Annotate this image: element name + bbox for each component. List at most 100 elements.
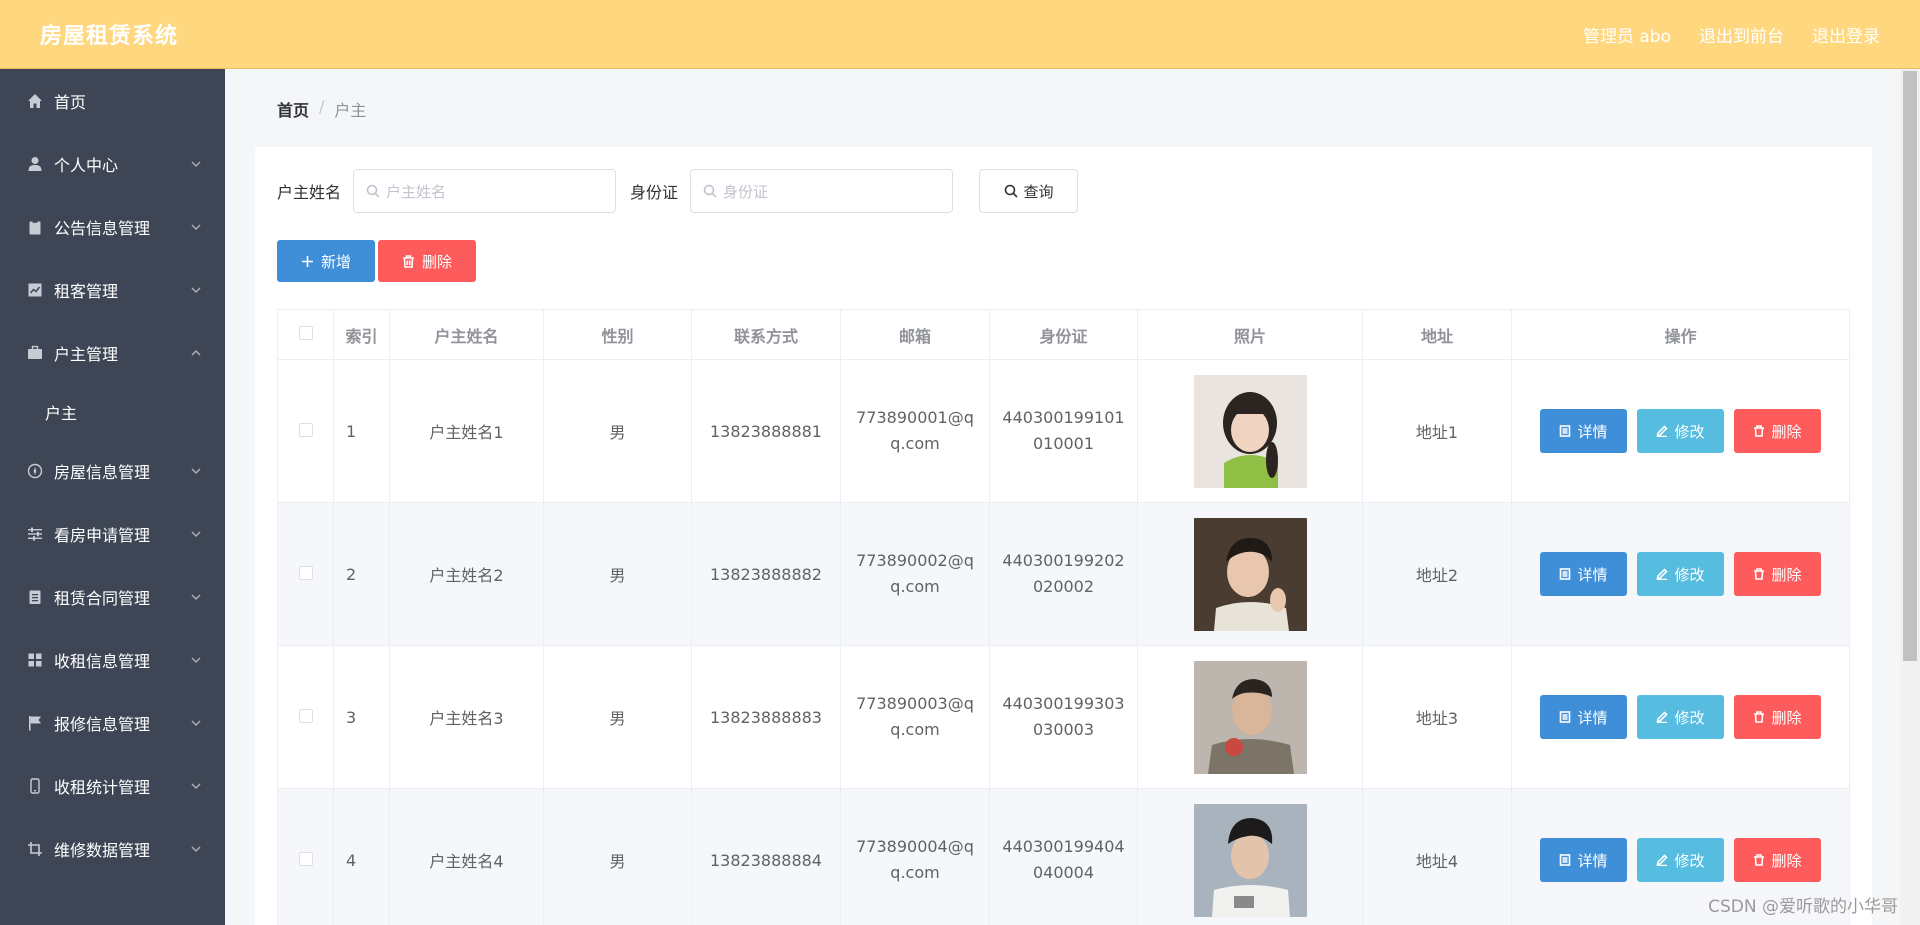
query-button[interactable]: 查询 — [979, 169, 1079, 213]
edit-button-label: 修改 — [1674, 565, 1705, 584]
add-button[interactable]: 新增 — [277, 240, 375, 282]
row-select-cell — [277, 359, 334, 503]
logout-link[interactable]: 退出登录 — [1812, 22, 1880, 47]
detail-button[interactable]: 详情 — [1540, 838, 1627, 882]
table-row: 3 户主姓名3 男 13823888883 773890003@qq.com 4… — [277, 645, 1850, 789]
row-checkbox[interactable] — [298, 708, 313, 723]
chevron-down-icon — [189, 219, 203, 233]
sidebar-item-home[interactable]: 首页 — [0, 69, 225, 132]
email-text: 773890003@qq.com — [856, 694, 974, 739]
watermark: CSDN @爱听歌的小华哥 — [1708, 897, 1898, 917]
index-cell: 1 — [333, 359, 390, 503]
batch-delete-button[interactable]: 删除 — [378, 240, 476, 282]
index-cell: 2 — [333, 502, 390, 646]
chevron-down-icon — [189, 463, 203, 477]
edit-icon — [1656, 854, 1669, 866]
sidebar-item-tenants[interactable]: 租客管理 — [0, 258, 225, 321]
photo-cell — [1137, 359, 1363, 503]
breadcrumb-home[interactable]: 首页 — [277, 97, 309, 121]
email-text: 773890001@qq.com — [856, 408, 974, 453]
owner-name-input[interactable]: 户主姓名 — [353, 169, 617, 213]
detail-button[interactable]: 详情 — [1540, 552, 1627, 596]
breadcrumb-current: 户主 — [334, 101, 367, 120]
vertical-scrollbar[interactable] — [1900, 69, 1920, 925]
exit-to-frontend-link[interactable]: 退出到前台 — [1699, 22, 1784, 47]
row-checkbox[interactable] — [298, 422, 313, 437]
edit-icon — [1656, 568, 1669, 580]
document-icon — [1560, 425, 1571, 437]
sidebar-item-label: 房屋信息管理 — [54, 462, 151, 482]
photo-cell — [1137, 788, 1363, 925]
select-all-checkbox[interactable] — [298, 326, 313, 340]
column-header: 索引 — [333, 309, 390, 360]
id-card-text: 440300199303030003 — [1002, 694, 1125, 739]
id-card-label: 身份证 — [630, 183, 679, 202]
row-checkbox[interactable] — [298, 565, 313, 580]
chevron-down-icon — [189, 841, 203, 855]
edit-button[interactable]: 修改 — [1637, 552, 1724, 596]
edit-button-label: 修改 — [1674, 708, 1705, 727]
operations-cell: 详情 修改 删除 — [1511, 359, 1850, 503]
sidebar-item-announcements[interactable]: 公告信息管理 — [0, 195, 225, 258]
chevron-down-icon — [189, 715, 203, 729]
owner-name-cell: 户主姓名1 — [389, 359, 544, 503]
sidebar-item-owner-management[interactable]: 户主管理 — [0, 321, 225, 384]
document-icon — [1560, 711, 1571, 723]
submenu-item-owner[interactable]: 户主 — [0, 384, 225, 439]
sidebar-item-rent-collection[interactable]: 收租信息管理 — [0, 628, 225, 691]
chevron-down-icon — [189, 156, 203, 170]
id-card-text: 440300199202020002 — [1002, 551, 1125, 596]
trash-icon — [1754, 854, 1765, 866]
delete-button-label: 删除 — [1771, 708, 1802, 727]
sidebar-item-rent-statistics[interactable]: 收租统计管理 — [0, 754, 225, 817]
owner-name-cell: 户主姓名3 — [389, 645, 544, 789]
flag-icon — [26, 714, 44, 732]
edit-button[interactable]: 修改 — [1637, 409, 1724, 453]
sidebar-item-repairs[interactable]: 报修信息管理 — [0, 691, 225, 754]
email-cell: 773890002@qq.com — [840, 502, 990, 646]
row-checkbox[interactable] — [298, 851, 313, 866]
id-card-input[interactable]: 身份证 — [690, 169, 954, 213]
delete-button[interactable]: 删除 — [1734, 409, 1821, 453]
index-cell: 3 — [333, 645, 390, 789]
delete-button[interactable]: 删除 — [1734, 838, 1821, 882]
sidebar-item-maintenance-data[interactable]: 维修数据管理 — [0, 817, 225, 880]
owner-name-cell: 户主姓名2 — [389, 502, 544, 646]
delete-button[interactable]: 删除 — [1734, 552, 1821, 596]
breadcrumb-separator: / — [319, 97, 325, 116]
phone-cell: 13823888881 — [691, 359, 841, 503]
crop-icon — [26, 840, 44, 858]
sidebar-item-label: 维修数据管理 — [54, 840, 151, 860]
sidebar-item-label: 收租信息管理 — [54, 651, 151, 671]
gender-cell: 男 — [543, 359, 692, 503]
sidebar-item-viewing-requests[interactable]: 看房申请管理 — [0, 502, 225, 565]
edit-button-label: 修改 — [1674, 851, 1705, 870]
sidebar-item-label: 租赁合同管理 — [54, 588, 151, 608]
id-card-cell: 440300199101010001 — [989, 359, 1138, 503]
top-nav: 管理员 abo 退出到前台 退出登录 — [1583, 22, 1880, 47]
user-icon — [26, 155, 44, 173]
scrollbar-thumb[interactable] — [1903, 71, 1917, 661]
id-card-placeholder: 身份证 — [723, 182, 769, 201]
add-button-label: 新增 — [320, 252, 351, 271]
admin-user-link[interactable]: 管理员 abo — [1583, 22, 1671, 47]
detail-button-label: 详情 — [1577, 565, 1608, 584]
edit-button[interactable]: 修改 — [1637, 695, 1724, 739]
owner-photo — [1193, 374, 1307, 488]
sidebar-item-contracts[interactable]: 租赁合同管理 — [0, 565, 225, 628]
sidebar-item-personal-center[interactable]: 个人中心 — [0, 132, 225, 195]
email-cell: 773890003@qq.com — [840, 645, 990, 789]
address-cell: 地址1 — [1362, 359, 1512, 503]
sliders-icon — [26, 525, 44, 543]
home-icon — [26, 92, 44, 110]
delete-button[interactable]: 删除 — [1734, 695, 1821, 739]
sidebar-item-label: 个人中心 — [54, 155, 119, 175]
edit-button[interactable]: 修改 — [1637, 838, 1724, 882]
sidebar-item-house-info[interactable]: 房屋信息管理 — [0, 439, 225, 502]
owner-name-label: 户主姓名 — [277, 183, 342, 202]
detail-button[interactable]: 详情 — [1540, 409, 1627, 453]
owner-photo — [1193, 803, 1307, 917]
chevron-down-icon — [189, 652, 203, 666]
trash-icon — [402, 254, 414, 268]
detail-button[interactable]: 详情 — [1540, 695, 1627, 739]
